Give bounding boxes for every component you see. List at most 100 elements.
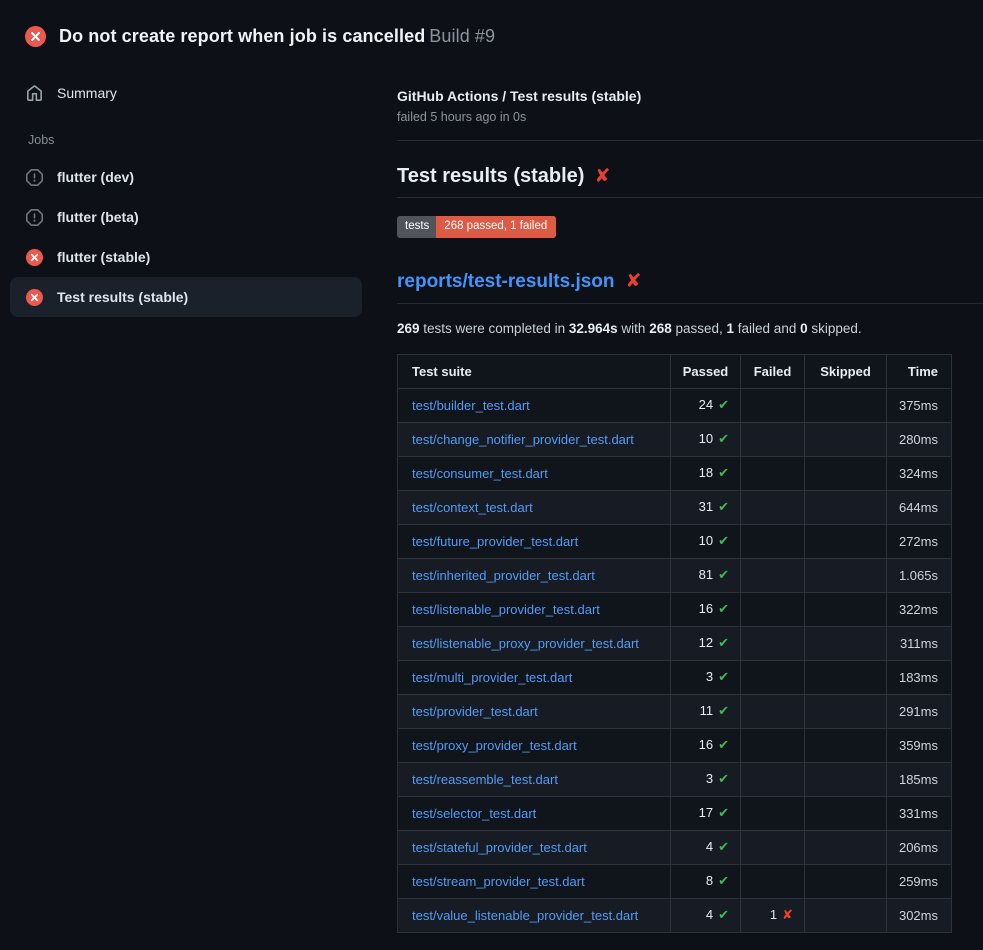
check-icon: ✔ [718,806,729,821]
skipped-cell [805,558,887,592]
skipped-cell [805,524,887,558]
failed-cell [741,626,805,660]
suite-link[interactable]: test/listenable_proxy_provider_test.dart [412,636,639,651]
time-cell: 302ms [887,898,952,932]
time-cell: 359ms [887,728,952,762]
skipped-cell [805,388,887,422]
suite-link[interactable]: test/context_test.dart [412,500,533,515]
cancelled-icon [26,169,43,186]
workflow-breadcrumb: GitHub Actions / Test results (stable) [397,88,983,104]
suite-link[interactable]: test/reassemble_test.dart [412,772,558,787]
check-icon: ✔ [718,636,729,651]
failed-cross-icon: ✘ [626,272,642,291]
suite-link[interactable]: test/consumer_test.dart [412,466,548,481]
time-cell: 206ms [887,830,952,864]
time-cell: 375ms [887,388,952,422]
suite-link[interactable]: test/builder_test.dart [412,398,530,413]
failed-cell [741,422,805,456]
job-label: flutter (beta) [57,209,139,225]
suite-link[interactable]: test/selector_test.dart [412,806,536,821]
suite-cell: test/multi_provider_test.dart [398,660,671,694]
skipped-cell [805,864,887,898]
main-panel: GitHub Actions / Test results (stable) f… [362,56,983,933]
suite-cell: test/listenable_provider_test.dart [398,592,671,626]
suite-link[interactable]: test/stream_provider_test.dart [412,874,585,889]
suite-cell: test/context_test.dart [398,490,671,524]
suite-cell: test/provider_test.dart [398,694,671,728]
build-header: Do not create report when job is cancell… [0,0,983,56]
jobs-section-label: Jobs [28,133,362,147]
failed-icon [26,289,43,306]
failed-count: 1 [727,321,735,336]
check-icon: ✔ [718,602,729,617]
failed-cell [741,388,805,422]
table-row: test/reassemble_test.dart3✔185ms [398,762,952,796]
failed-cell [741,524,805,558]
build-number: Build #9 [429,26,495,46]
time-cell: 280ms [887,422,952,456]
job-label: flutter (stable) [57,249,150,265]
table-row: test/listenable_proxy_provider_test.dart… [398,626,952,660]
col-skipped: Skipped [805,354,887,388]
failed-cell [741,796,805,830]
failed-cell [741,830,805,864]
check-icon: ✔ [718,670,729,685]
table-row: test/proxy_provider_test.dart16✔359ms [398,728,952,762]
col-failed: Failed [741,354,805,388]
suite-cell: test/change_notifier_provider_test.dart [398,422,671,456]
passed-cell: 12✔ [671,626,741,660]
time-cell: 259ms [887,864,952,898]
table-row: test/future_provider_test.dart10✔272ms [398,524,952,558]
table-header-row: Test suite Passed Failed Skipped Time [398,354,952,388]
check-icon: ✔ [718,500,729,515]
table-row: test/consumer_test.dart18✔324ms [398,456,952,490]
passed-cell: 4✔ [671,898,741,932]
sidebar-item-test-results-stable[interactable]: Test results (stable) [10,277,362,317]
sidebar-item-summary[interactable]: Summary [10,73,362,113]
passed-cell: 3✔ [671,762,741,796]
skipped-cell [805,660,887,694]
summary-sentence: 269 tests were completed in 32.964s with… [397,321,983,336]
time-cell: 331ms [887,796,952,830]
sidebar: Summary Jobs flutter (dev) flutter (beta… [10,56,362,317]
sidebar-item-flutter-stable[interactable]: flutter (stable) [10,237,362,277]
suite-cell: test/stateful_provider_test.dart [398,830,671,864]
table-row: test/stream_provider_test.dart8✔259ms [398,864,952,898]
table-row: test/selector_test.dart17✔331ms [398,796,952,830]
suite-link[interactable]: test/stateful_provider_test.dart [412,840,587,855]
table-row: test/inherited_provider_test.dart81✔1.06… [398,558,952,592]
suite-link[interactable]: test/change_notifier_provider_test.dart [412,432,634,447]
skipped-cell [805,592,887,626]
report-heading: reports/test-results.json ✘ [397,271,983,304]
suite-link[interactable]: test/multi_provider_test.dart [412,670,572,685]
time-cell: 324ms [887,456,952,490]
badge-value: 268 passed, 1 failed [436,216,556,238]
sidebar-summary-label: Summary [57,85,117,101]
section-heading: Test results (stable) ✘ [397,165,983,198]
failed-cell [741,694,805,728]
suite-link[interactable]: test/value_listenable_provider_test.dart [412,908,638,923]
failed-cross-icon: ✘ [594,167,610,186]
failed-cell [741,728,805,762]
failed-cell: 1✘ [741,898,805,932]
suite-link[interactable]: test/future_provider_test.dart [412,534,578,549]
col-time: Time [887,354,952,388]
time-cell: 644ms [887,490,952,524]
failed-cell [741,490,805,524]
sidebar-item-flutter-dev[interactable]: flutter (dev) [10,157,362,197]
suite-cell: test/builder_test.dart [398,388,671,422]
suite-link[interactable]: test/provider_test.dart [412,704,538,719]
failed-cell [741,864,805,898]
suite-link[interactable]: test/proxy_provider_test.dart [412,738,577,753]
suite-cell: test/selector_test.dart [398,796,671,830]
suite-link[interactable]: test/listenable_provider_test.dart [412,602,600,617]
results-table-body: test/builder_test.dart24✔375mstest/chang… [398,388,952,932]
failed-cell [741,558,805,592]
report-file-link[interactable]: reports/test-results.json [397,271,615,293]
page-title: Do not create report when job is cancell… [59,26,495,47]
check-icon: ✔ [718,432,729,447]
suite-link[interactable]: test/inherited_provider_test.dart [412,568,595,583]
passed-cell: 10✔ [671,524,741,558]
sidebar-item-flutter-beta[interactable]: flutter (beta) [10,197,362,237]
content: Summary Jobs flutter (dev) flutter (beta… [0,56,983,933]
